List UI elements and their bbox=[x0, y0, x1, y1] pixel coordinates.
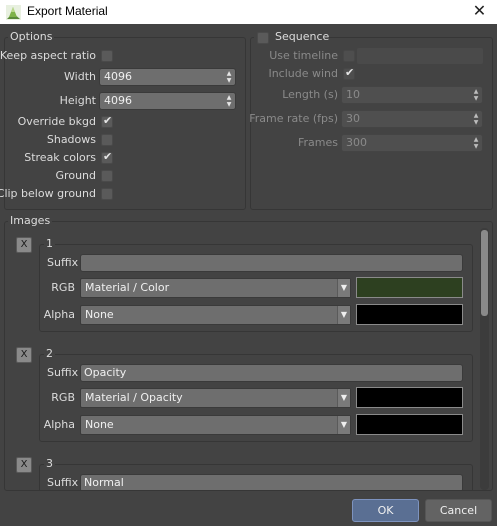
frame-rate-label: Frame rate (fps) bbox=[249, 112, 338, 125]
image-2-index: 2 bbox=[44, 347, 55, 360]
images-scrollbar[interactable] bbox=[480, 228, 489, 490]
window-title: Export Material bbox=[27, 4, 108, 18]
frames-label: Frames bbox=[297, 136, 338, 149]
ground-label: Ground bbox=[55, 169, 96, 182]
image-1-rgb-color-swatch[interactable] bbox=[356, 277, 463, 298]
image-1-suffix-input[interactable] bbox=[80, 254, 463, 272]
length-stepper[interactable]: ▲ ▼ bbox=[471, 88, 481, 102]
ground-checkbox[interactable] bbox=[101, 170, 113, 182]
clip-below-ground-label: Clip below ground bbox=[0, 187, 96, 200]
length-spinbox[interactable]: 10 ▲ ▼ bbox=[341, 86, 483, 104]
height-stepper[interactable]: ▲ ▼ bbox=[224, 94, 234, 108]
check-icon: ✔ bbox=[345, 66, 355, 79]
arrow-down-icon: ▼ bbox=[473, 95, 479, 102]
remove-image-1-button[interactable]: X bbox=[16, 237, 32, 253]
width-stepper[interactable]: ▲ ▼ bbox=[224, 70, 234, 84]
clip-below-ground-checkbox[interactable] bbox=[101, 188, 113, 200]
remove-image-3-button[interactable]: X bbox=[16, 457, 32, 473]
chevron-down-icon: ▼ bbox=[337, 416, 350, 434]
image-2-rgb-label: RGB bbox=[51, 391, 75, 404]
app-icon bbox=[6, 5, 21, 20]
width-label: Width bbox=[64, 70, 96, 83]
image-2-alpha-label: Alpha bbox=[43, 418, 75, 431]
height-label: Height bbox=[59, 94, 96, 107]
image-1-alpha-label: Alpha bbox=[43, 308, 75, 321]
chevron-down-icon: ▼ bbox=[337, 306, 350, 324]
arrow-down-icon: ▼ bbox=[226, 77, 232, 84]
use-timeline-field bbox=[357, 48, 483, 64]
arrow-up-icon: ▲ bbox=[226, 70, 232, 77]
image-1-alpha-select[interactable]: None ▼ bbox=[80, 305, 351, 325]
image-1-index: 1 bbox=[44, 237, 55, 250]
image-2-alpha-color-swatch[interactable] bbox=[356, 414, 463, 435]
keep-aspect-ratio-label: Keep aspect ratio bbox=[0, 49, 96, 62]
arrow-down-icon: ▼ bbox=[226, 101, 232, 108]
arrow-up-icon: ▲ bbox=[473, 88, 479, 95]
frame-rate-stepper[interactable]: ▲ ▼ bbox=[471, 112, 481, 126]
image-2-rgb-select[interactable]: Material / Opacity ▼ bbox=[80, 388, 351, 408]
frame-rate-value: 30 bbox=[346, 112, 360, 125]
title-bar: Export Material ✕ bbox=[0, 0, 497, 24]
image-1-suffix-label: Suffix bbox=[47, 256, 79, 269]
height-spinbox[interactable]: 4096 ▲ ▼ bbox=[99, 92, 236, 110]
arrow-down-icon: ▼ bbox=[473, 143, 479, 150]
image-3-index: 3 bbox=[44, 457, 55, 470]
close-button[interactable]: ✕ bbox=[462, 0, 497, 24]
image-3-suffix-input[interactable]: Normal bbox=[80, 474, 463, 490]
keep-aspect-ratio-checkbox[interactable] bbox=[101, 50, 113, 62]
use-timeline-label: Use timeline bbox=[269, 49, 338, 62]
check-icon: ✔ bbox=[103, 150, 113, 163]
image-1-alpha-color-swatch[interactable] bbox=[356, 304, 463, 325]
image-1-rgb-select[interactable]: Material / Color ▼ bbox=[80, 278, 351, 298]
remove-image-2-button[interactable]: X bbox=[16, 347, 32, 363]
frames-spinbox[interactable]: 300 ▲ ▼ bbox=[341, 134, 483, 152]
ok-button[interactable]: OK bbox=[352, 499, 419, 522]
image-2-suffix-label: Suffix bbox=[47, 366, 79, 379]
frames-value: 300 bbox=[346, 136, 367, 149]
chevron-down-icon: ▼ bbox=[337, 279, 350, 297]
shadows-checkbox[interactable] bbox=[101, 134, 113, 146]
override-bkgd-label: Override bkgd bbox=[17, 115, 96, 128]
options-title: Options bbox=[8, 30, 55, 43]
image-1-rgb-label: RGB bbox=[51, 281, 75, 294]
image-2-rgb-color-swatch[interactable] bbox=[356, 387, 463, 408]
width-value: 4096 bbox=[104, 70, 132, 83]
image-2-suffix-input[interactable]: Opacity bbox=[80, 364, 463, 382]
arrow-up-icon: ▲ bbox=[473, 112, 479, 119]
include-wind-checkbox[interactable]: ✔ bbox=[343, 66, 355, 80]
streak-colors-label: Streak colors bbox=[24, 151, 96, 164]
images-title: Images bbox=[8, 214, 53, 227]
arrow-up-icon: ▲ bbox=[473, 136, 479, 143]
image-2-alpha-select[interactable]: None ▼ bbox=[80, 415, 351, 435]
image-3-suffix-label: Suffix bbox=[47, 476, 79, 489]
cancel-button[interactable]: Cancel bbox=[425, 499, 492, 522]
length-value: 10 bbox=[346, 88, 360, 101]
check-icon: ✔ bbox=[103, 114, 113, 127]
frames-stepper[interactable]: ▲ ▼ bbox=[471, 136, 481, 150]
images-scrollbar-thumb[interactable] bbox=[481, 230, 488, 316]
height-value: 4096 bbox=[104, 94, 132, 107]
arrow-down-icon: ▼ bbox=[473, 119, 479, 126]
images-scroll-area: X 1 Suffix RGB Material / Color ▼ Alpha … bbox=[6, 228, 477, 490]
frame-rate-spinbox[interactable]: 30 ▲ ▼ bbox=[341, 110, 483, 128]
image-1-rgb-value: Material / Color bbox=[85, 281, 170, 294]
shadows-label: Shadows bbox=[46, 133, 96, 146]
image-2-alpha-value: None bbox=[85, 418, 114, 431]
arrow-up-icon: ▲ bbox=[226, 94, 232, 101]
image-2-rgb-value: Material / Opacity bbox=[85, 391, 183, 404]
sequence-checkbox[interactable] bbox=[257, 32, 269, 44]
length-label: Length (s) bbox=[282, 88, 338, 101]
include-wind-label: Include wind bbox=[268, 67, 338, 80]
override-bkgd-checkbox[interactable]: ✔ bbox=[101, 114, 113, 128]
sequence-title: Sequence bbox=[275, 30, 330, 43]
image-1-alpha-value: None bbox=[85, 308, 114, 321]
width-spinbox[interactable]: 4096 ▲ ▼ bbox=[99, 68, 236, 86]
streak-colors-checkbox[interactable]: ✔ bbox=[101, 150, 113, 164]
use-timeline-checkbox[interactable] bbox=[343, 50, 355, 62]
chevron-down-icon: ▼ bbox=[337, 389, 350, 407]
